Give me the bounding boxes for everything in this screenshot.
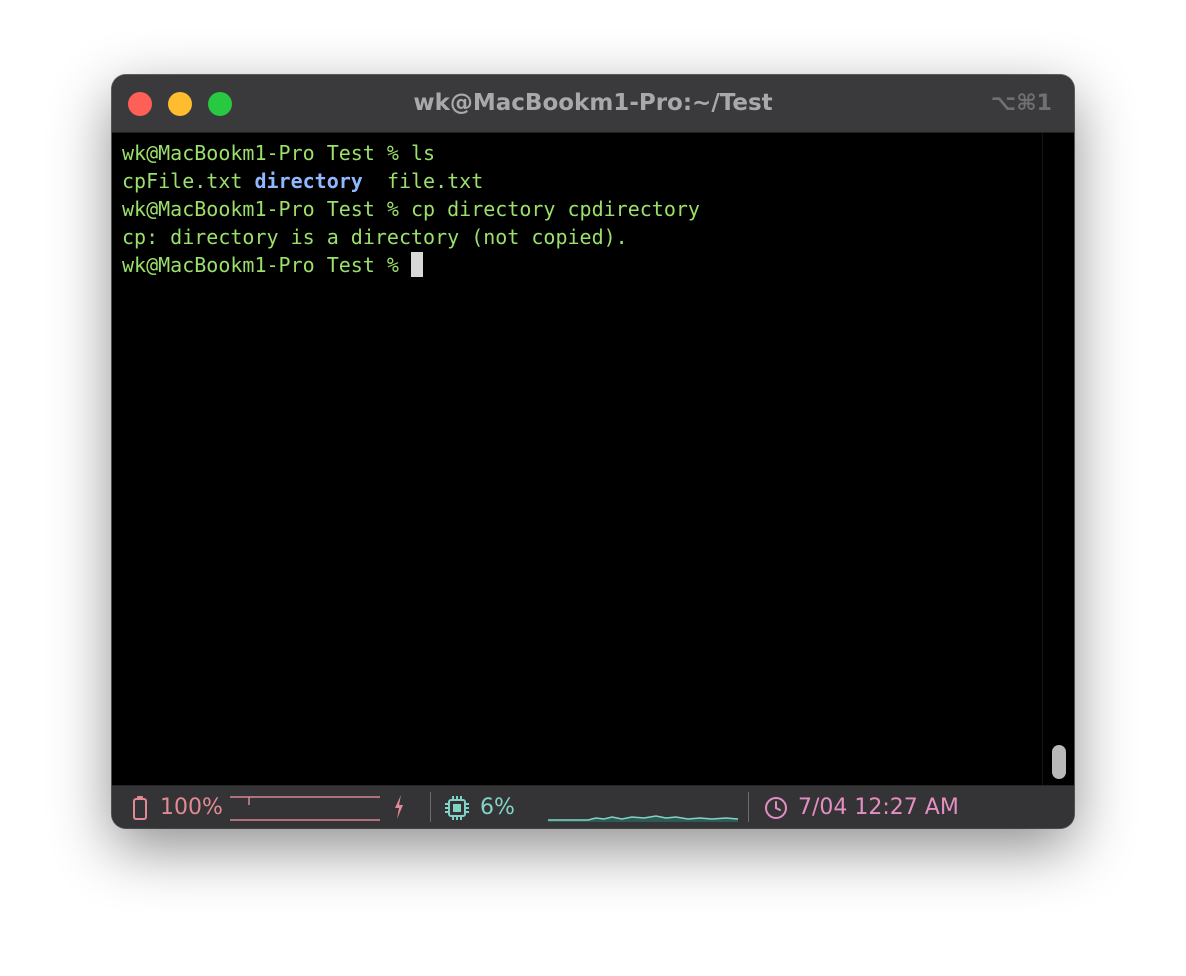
terminal-output[interactable]: wk@MacBookm1-Pro Test % ls cpFile.txt dir… bbox=[112, 133, 1042, 785]
text-cursor bbox=[410, 252, 423, 277]
error-output: cp: directory is a directory (not copied… bbox=[122, 225, 628, 249]
window-shortcut-label: ⌥⌘1 bbox=[990, 91, 1052, 116]
clock-time: 7/04 12:27 AM bbox=[798, 795, 959, 820]
cpu-percent: 6% bbox=[480, 795, 515, 820]
clock-icon bbox=[765, 797, 787, 819]
directory-entry: directory bbox=[254, 169, 363, 193]
title-bar[interactable]: wk@MacBookm1-Pro:~/Test ⌥⌘1 bbox=[112, 75, 1074, 133]
shell-prompt: wk@MacBookm1-Pro Test % bbox=[122, 253, 411, 277]
terminal-line: wk@MacBookm1-Pro Test % cp directory cpd… bbox=[122, 195, 1032, 223]
cpu-usage-graph bbox=[548, 815, 739, 822]
terminal-line: wk@MacBookm1-Pro Test % ls bbox=[122, 139, 1032, 167]
shell-prompt: wk@MacBookm1-Pro Test % bbox=[122, 197, 411, 221]
lightning-icon bbox=[395, 795, 403, 819]
terminal-line: wk@MacBookm1-Pro Test % bbox=[122, 251, 1032, 279]
file-entry: file.txt bbox=[386, 169, 484, 193]
shell-prompt: wk@MacBookm1-Pro Test % bbox=[122, 141, 411, 165]
terminal-line: cp: directory is a directory (not copied… bbox=[122, 223, 1032, 251]
file-entry: cpFile.txt bbox=[122, 169, 243, 193]
command-text: ls bbox=[410, 141, 436, 165]
battery-level-graph bbox=[230, 796, 380, 821]
battery-percent: 100% bbox=[160, 795, 223, 820]
status-divider bbox=[430, 792, 431, 822]
terminal-window: wk@MacBookm1-Pro:~/Test ⌥⌘1 wk@MacBookm1… bbox=[112, 75, 1074, 828]
command-text: cp directory cpdirectory bbox=[410, 197, 700, 221]
window-title: wk@MacBookm1-Pro:~/Test bbox=[413, 90, 773, 116]
terminal-line: cpFile.txt directory file.txt bbox=[122, 167, 1032, 195]
scrollbar-track[interactable] bbox=[1042, 133, 1074, 785]
status-bar: 100% 6% 7/04 12:27 AM bbox=[112, 785, 1074, 828]
scrollbar-thumb[interactable] bbox=[1052, 745, 1066, 779]
status-divider bbox=[748, 792, 749, 822]
cpu-chip-icon bbox=[445, 796, 469, 820]
battery-icon bbox=[133, 796, 147, 820]
